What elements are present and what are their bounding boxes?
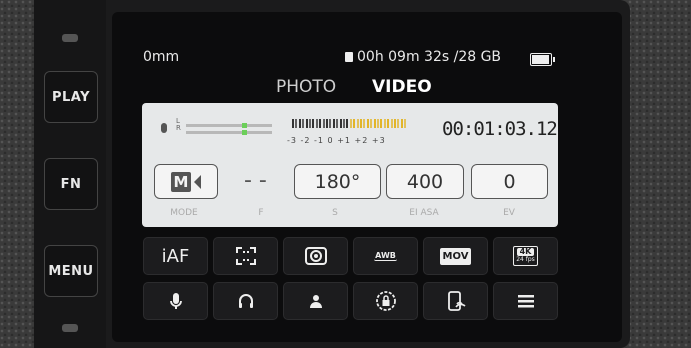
iso-label: EI ASA: [409, 208, 439, 218]
shutter-value[interactable]: 180°: [294, 164, 381, 199]
metering-button[interactable]: [283, 237, 348, 275]
aperture-value[interactable]: - -: [244, 168, 267, 193]
meter-bar: [292, 119, 294, 128]
user-profile-button[interactable]: [283, 282, 348, 320]
fn-button[interactable]: FN: [44, 158, 98, 210]
meter-bar: [370, 119, 373, 128]
meter-bar: [305, 119, 308, 128]
meter-bar: [319, 119, 322, 128]
ev-label: EV: [503, 208, 515, 218]
channel-bottom: R: [176, 124, 181, 132]
focal-length: 0mm: [143, 49, 180, 65]
resolution-label: 4K: [516, 248, 535, 256]
meter-bar: [356, 119, 359, 128]
headphones-button[interactable]: [213, 282, 278, 320]
meter-bar: [383, 119, 386, 128]
mode-label: MODE: [170, 208, 198, 218]
bottom-led: [62, 324, 78, 332]
menu-button[interactable]: MENU: [44, 245, 98, 297]
meter-bar: [346, 119, 349, 128]
focus-area-icon: [235, 247, 256, 265]
meter-bar: [332, 119, 335, 128]
audio-level-right-mark: [242, 130, 247, 135]
meter-bar: [363, 119, 366, 128]
video-camera-icon: [194, 174, 202, 189]
meter-bar: [366, 119, 369, 128]
focus-area-button[interactable]: [213, 237, 278, 275]
mode-selector[interactable]: M: [154, 164, 218, 199]
iso-value[interactable]: 400: [386, 164, 464, 199]
meter-bar: [315, 119, 318, 128]
meter-bar: [400, 119, 403, 128]
record-remaining-text: 00h 09m 32s /28 GB: [357, 49, 502, 65]
headphones-icon: [238, 294, 253, 308]
ev-value[interactable]: 0: [471, 164, 548, 199]
battery-icon: [530, 53, 555, 66]
meter-bar: [394, 119, 396, 128]
lock-icon: [375, 291, 396, 311]
meter-bar: [336, 119, 339, 128]
main-menu-button[interactable]: [493, 282, 558, 320]
meter-bar: [387, 119, 390, 128]
awb-label: AWB: [374, 251, 397, 261]
metering-icon: [304, 247, 327, 265]
timecode: 00:01:03.12: [442, 118, 558, 140]
file-format-button[interactable]: MOV: [423, 237, 488, 275]
channel-labels: LR: [176, 118, 181, 132]
audio-meter: [292, 119, 408, 133]
meter-bar: [360, 119, 362, 128]
meter-bar: [309, 119, 311, 128]
af-mode-button[interactable]: iAF: [143, 237, 208, 275]
meter-bar: [329, 119, 332, 128]
play-button[interactable]: PLAY: [44, 71, 98, 123]
sd-card-icon: [345, 52, 353, 62]
meter-bar: [353, 119, 356, 128]
af-mode-label: iAF: [161, 245, 190, 267]
shutter-label: S: [332, 208, 338, 218]
microphone-icon: [169, 293, 182, 309]
audio-level-right: [186, 130, 272, 135]
right-leather: [621, 0, 691, 348]
menu-icon: [517, 295, 534, 308]
tab-video[interactable]: VIDEO: [372, 77, 432, 97]
mode-letter: M: [170, 171, 192, 192]
meter-bar: [397, 119, 400, 128]
meter-bar: [322, 119, 325, 128]
meter-bar: [302, 119, 305, 128]
resolution-button[interactable]: 4K 24 fps: [493, 237, 558, 275]
audio-settings-button[interactable]: [143, 282, 208, 320]
meter-bar: [326, 119, 328, 128]
phone-connect-icon: [447, 291, 466, 311]
tab-photo[interactable]: PHOTO: [276, 77, 336, 97]
lock-button[interactable]: [353, 282, 418, 320]
meter-bar: [390, 119, 393, 128]
meter-bar: [312, 119, 315, 128]
audio-level-left-mark: [242, 123, 247, 128]
person-icon: [309, 295, 322, 308]
format-label: MOV: [439, 247, 472, 265]
phone-connect-button[interactable]: [423, 282, 488, 320]
battery-fill: [532, 55, 549, 64]
white-balance-button[interactable]: AWB: [353, 237, 418, 275]
meter-bar: [339, 119, 342, 128]
top-led: [62, 34, 78, 42]
record-remaining: 00h 09m 32s /28 GB: [345, 49, 501, 65]
meter-bar: [373, 119, 376, 128]
frame-rate-label: 24 fps: [516, 256, 535, 263]
microphone-icon: [161, 123, 167, 133]
meter-bar: [349, 119, 352, 128]
aperture-label: F: [258, 208, 264, 218]
audio-scale: -3 -2 -1 0 +1 +2 +3: [287, 136, 386, 145]
meter-bar: [295, 119, 298, 128]
audio-level-left: [186, 123, 272, 128]
resolution-icon: 4K 24 fps: [513, 246, 538, 266]
meter-bar: [298, 119, 301, 128]
meter-bar: [404, 119, 407, 128]
meter-bar: [380, 119, 383, 128]
meter-bar: [343, 119, 345, 128]
meter-bar: [377, 119, 379, 128]
